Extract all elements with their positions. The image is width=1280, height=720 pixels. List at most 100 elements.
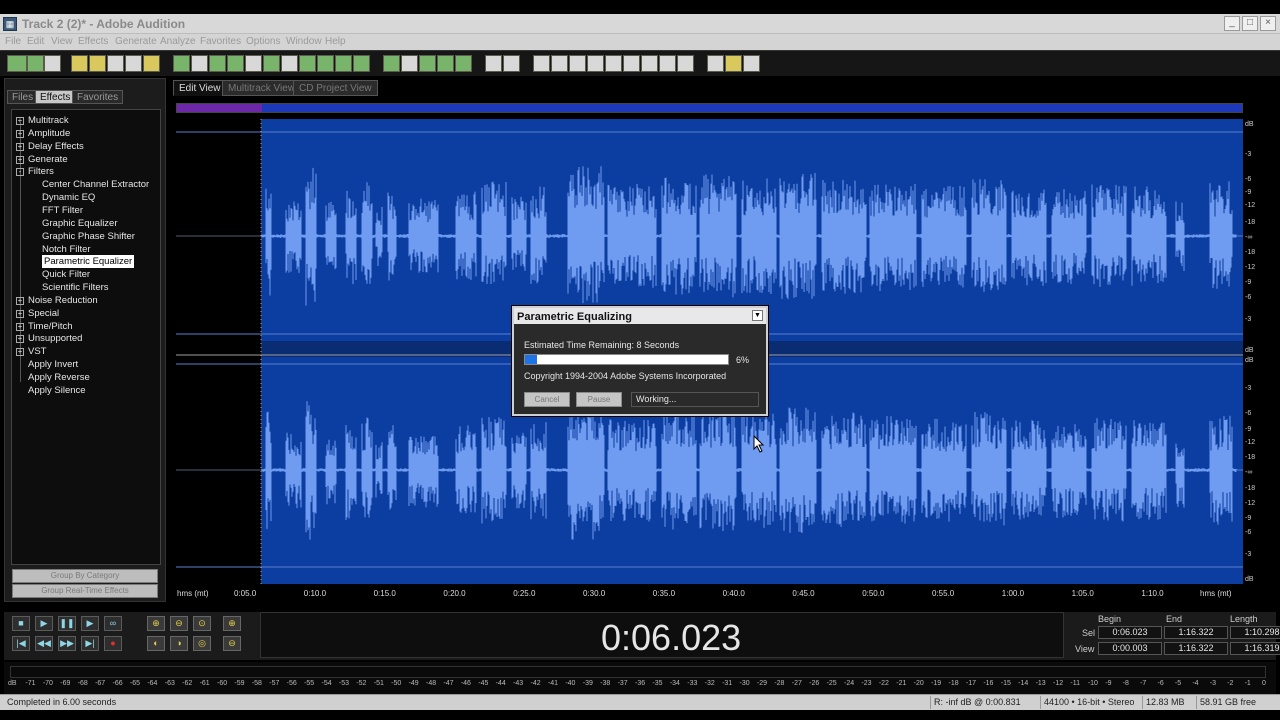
collapse-icon[interactable]: - xyxy=(16,168,24,177)
copy-icon[interactable] xyxy=(227,55,244,72)
loop-icon[interactable]: ∞ xyxy=(104,616,122,631)
pause-button[interactable]: Pause xyxy=(576,392,622,407)
tree-item[interactable]: + Noise Reduction xyxy=(12,294,160,307)
settings-icon[interactable] xyxy=(707,55,724,72)
marker-icon[interactable] xyxy=(455,55,472,72)
tree-item[interactable]: Quick Filter xyxy=(12,268,160,281)
tree-item[interactable]: Graphic Equalizer xyxy=(12,217,160,230)
tree-item[interactable]: + Unsupported xyxy=(12,332,160,345)
metronome-icon[interactable] xyxy=(659,55,676,72)
counter-icon[interactable] xyxy=(641,55,658,72)
tree-item[interactable]: Apply Invert xyxy=(12,358,160,371)
filter-icon[interactable] xyxy=(623,55,640,72)
expand-icon[interactable]: + xyxy=(16,155,24,164)
tree-item[interactable]: Apply Silence xyxy=(12,384,160,397)
zoom-out-vertical-icon[interactable]: ⊖ xyxy=(223,636,241,651)
tree-item[interactable]: Graphic Phase Shifter xyxy=(12,230,160,243)
pan-view-icon[interactable] xyxy=(419,55,436,72)
cd-tool-icon[interactable] xyxy=(44,55,61,72)
overview-bar[interactable] xyxy=(176,103,1243,113)
tab-favorites[interactable]: Favorites xyxy=(72,90,124,104)
zoom-selection-icon[interactable]: ◎ xyxy=(193,636,211,651)
zoom-left-icon[interactable]: ◐ xyxy=(147,636,165,651)
save-as-icon[interactable] xyxy=(125,55,142,72)
group-by-category-button[interactable]: Group By Category xyxy=(12,569,158,583)
grid-icon[interactable] xyxy=(569,55,586,72)
expand-icon[interactable]: + xyxy=(16,296,24,305)
expand-icon[interactable]: + xyxy=(16,129,24,138)
spectral-view-icon[interactable] xyxy=(401,55,418,72)
tree-item[interactable]: + VST xyxy=(12,345,160,358)
zoom-in-vertical-icon[interactable]: ⊕ xyxy=(223,616,241,631)
tree-item[interactable]: - Filters xyxy=(12,165,160,178)
menu-options[interactable]: Options xyxy=(246,36,280,47)
audition-app-icon[interactable]: ▦ xyxy=(3,17,17,31)
sel-begin-field[interactable]: 0:06.023 xyxy=(1098,626,1162,639)
menu-analyze[interactable]: Analyze xyxy=(160,36,196,47)
text-cursor-icon[interactable] xyxy=(485,55,502,72)
new-file-icon[interactable] xyxy=(71,55,88,72)
cancel-button[interactable]: Cancel xyxy=(524,392,570,407)
marquee-icon[interactable] xyxy=(503,55,520,72)
tree-item[interactable]: Scientific Filters xyxy=(12,281,160,294)
view-begin-field[interactable]: 0:00.003 xyxy=(1098,642,1162,655)
open-file-icon[interactable] xyxy=(89,55,106,72)
minimize-button[interactable]: _ xyxy=(1224,16,1240,31)
tree-item[interactable]: + Multitrack xyxy=(12,114,160,127)
close-button[interactable]: × xyxy=(1260,16,1276,31)
mix-paste-icon[interactable] xyxy=(281,55,298,72)
menu-help[interactable]: Help xyxy=(325,36,346,47)
play-icon[interactable]: ▶ xyxy=(35,616,53,631)
expand-icon[interactable]: + xyxy=(16,322,24,331)
batch-icon[interactable] xyxy=(143,55,160,72)
waveform-view-icon[interactable] xyxy=(383,55,400,72)
undo-icon[interactable] xyxy=(173,55,190,72)
dialog-chevron-icon[interactable]: ▼ xyxy=(752,310,763,321)
expand-icon[interactable]: + xyxy=(16,309,24,318)
paste-icon[interactable] xyxy=(263,55,280,72)
tree-item[interactable]: + Generate xyxy=(12,153,160,166)
redo-icon[interactable] xyxy=(191,55,208,72)
table-icon[interactable] xyxy=(533,55,550,72)
maximize-button[interactable]: □ xyxy=(1242,16,1258,31)
expand-icon[interactable]: + xyxy=(16,348,24,357)
go-to-end-icon[interactable]: ▶| xyxy=(81,636,99,651)
bar-icon[interactable] xyxy=(677,55,694,72)
menu-generate[interactable]: Generate xyxy=(115,36,157,47)
zoom-right-icon[interactable]: ◑ xyxy=(170,636,188,651)
repeat-icon[interactable] xyxy=(209,55,226,72)
help-icon[interactable] xyxy=(743,55,760,72)
menu-view[interactable]: View xyxy=(51,36,73,47)
group-realtime-effects-button[interactable]: Group Real-Time Effects xyxy=(12,584,158,598)
menu-edit[interactable]: Edit xyxy=(27,36,44,47)
save-icon[interactable] xyxy=(107,55,124,72)
trim-icon[interactable] xyxy=(299,55,316,72)
sel-length-field[interactable]: 1:10.298 xyxy=(1230,626,1280,639)
phase-view-icon[interactable] xyxy=(437,55,454,72)
tab-edit-view[interactable]: Edit View xyxy=(173,80,227,96)
menu-effects[interactable]: Effects xyxy=(78,36,108,47)
tree-item[interactable]: FFT Filter xyxy=(12,204,160,217)
tree-item[interactable]: Center Channel Extractor xyxy=(12,178,160,191)
fast-forward-icon[interactable]: ▶▶ xyxy=(58,636,76,651)
spectral-icon[interactable] xyxy=(353,55,370,72)
tab-effects[interactable]: Effects xyxy=(35,90,76,104)
edit-view-tool-icon[interactable] xyxy=(7,55,27,72)
pause-icon[interactable]: ❚❚ xyxy=(58,616,76,631)
crop-icon[interactable] xyxy=(317,55,334,72)
zoom-out-icon[interactable]: ⊖ xyxy=(170,616,188,631)
menu-file[interactable]: File xyxy=(5,36,21,47)
cut-icon[interactable] xyxy=(245,55,262,72)
favorites-icon[interactable] xyxy=(725,55,742,72)
menu-window[interactable]: Window xyxy=(286,36,322,47)
zoom-full-icon[interactable]: ⊙ xyxy=(193,616,211,631)
tree-item[interactable]: + Delay Effects xyxy=(12,140,160,153)
tab-cd-project-view[interactable]: CD Project View xyxy=(293,80,378,96)
convert-icon[interactable] xyxy=(335,55,352,72)
zoom-in-icon[interactable]: ⊕ xyxy=(147,616,165,631)
tree-item[interactable]: Notch Filter xyxy=(12,243,160,256)
expand-icon[interactable]: + xyxy=(16,117,24,125)
tree-item[interactable]: + Special xyxy=(12,307,160,320)
sel-end-field[interactable]: 1:16.322 xyxy=(1164,626,1228,639)
rewind-icon[interactable]: ◀◀ xyxy=(35,636,53,651)
